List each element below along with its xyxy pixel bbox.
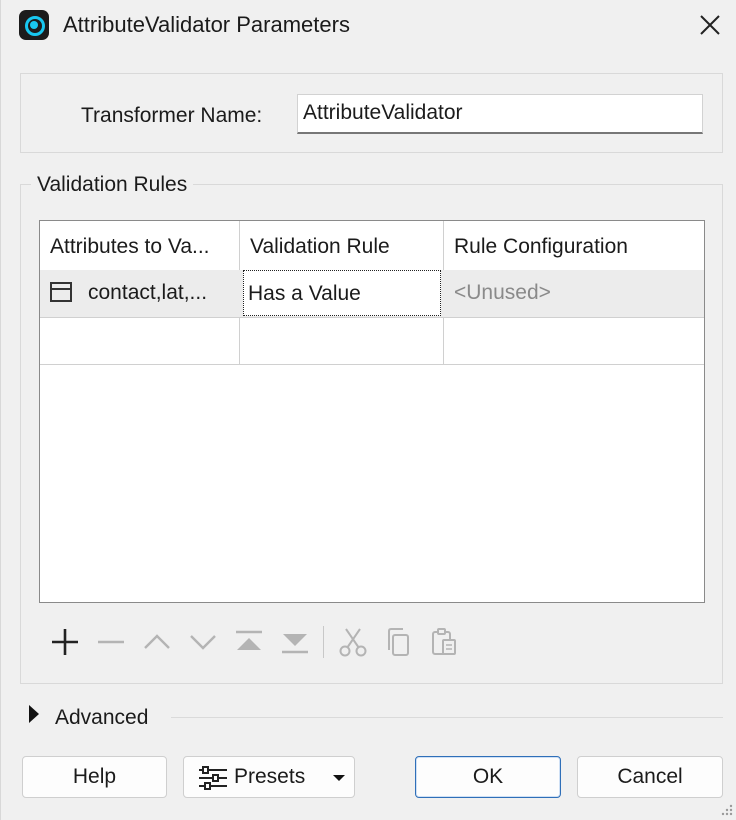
move-down-button[interactable] xyxy=(185,622,221,662)
copy-button[interactable] xyxy=(381,622,417,662)
column-header-validation-rule[interactable]: Validation Rule xyxy=(240,221,444,270)
column-header-attributes[interactable]: Attributes to Va... xyxy=(40,221,240,270)
dialog-title: AttributeValidator Parameters xyxy=(63,12,350,37)
move-to-bottom-button[interactable] xyxy=(277,622,313,662)
dropdown-arrow-icon[interactable] xyxy=(333,775,345,781)
attribute-list-icon[interactable] xyxy=(50,282,72,302)
ok-button[interactable]: OK xyxy=(415,756,561,798)
transformer-name-label: Transformer Name: xyxy=(81,104,263,127)
sliders-icon xyxy=(199,766,227,790)
expand-arrow-icon xyxy=(29,705,39,723)
remove-row-button[interactable] xyxy=(93,622,129,662)
paste-icon xyxy=(432,628,456,655)
cut-button[interactable] xyxy=(335,622,371,662)
move-to-top-button[interactable] xyxy=(231,622,267,662)
title-bar: AttributeValidator Parameters xyxy=(1,0,736,50)
table-cell-attributes[interactable]: contact,lat,... xyxy=(40,270,240,317)
move-up-button[interactable] xyxy=(139,622,175,662)
validation-rules-table[interactable]: Attributes to Va... Validation Rule Rule… xyxy=(39,220,705,603)
move-to-top-icon xyxy=(236,630,262,650)
validation-rules-legend: Validation Rules xyxy=(31,173,194,197)
presets-button[interactable]: Presets xyxy=(183,756,355,798)
add-icon xyxy=(52,629,78,655)
advanced-divider xyxy=(171,717,723,718)
attributes-value: contact,lat,... xyxy=(88,281,208,304)
add-row-button[interactable] xyxy=(47,622,83,662)
row-divider xyxy=(40,364,704,365)
move-down-icon xyxy=(190,635,216,650)
fme-logo-icon xyxy=(19,10,49,40)
resize-grip-icon[interactable] xyxy=(719,802,733,816)
paste-button[interactable] xyxy=(427,622,463,662)
presets-label: Presets xyxy=(234,765,306,788)
table-cell-rule-configuration-empty[interactable] xyxy=(444,318,704,365)
cut-icon xyxy=(339,628,367,657)
remove-icon xyxy=(98,640,124,644)
move-up-icon xyxy=(144,634,170,649)
column-header-rule-configuration[interactable]: Rule Configuration xyxy=(444,221,704,270)
table-cell-attributes-empty[interactable] xyxy=(40,318,240,365)
parameters-dialog: AttributeValidator Parameters Transforme… xyxy=(0,0,736,820)
help-button[interactable]: Help xyxy=(22,756,167,798)
cancel-button[interactable]: Cancel xyxy=(577,756,723,798)
table-cell-rule-configuration[interactable]: <Unused> xyxy=(444,270,704,317)
advanced-label: Advanced xyxy=(55,706,149,729)
transformer-name-input[interactable]: AttributeValidator xyxy=(297,94,703,134)
table-cell-validation-rule-empty[interactable] xyxy=(240,318,444,365)
close-icon xyxy=(700,15,720,35)
table-cell-validation-rule[interactable]: Has a Value xyxy=(243,270,441,316)
transformer-name-group: Transformer Name: AttributeValidator xyxy=(20,73,723,153)
move-to-bottom-icon xyxy=(282,634,308,654)
copy-icon xyxy=(388,628,409,656)
close-button[interactable] xyxy=(691,6,729,44)
toolbar-separator xyxy=(323,626,324,658)
